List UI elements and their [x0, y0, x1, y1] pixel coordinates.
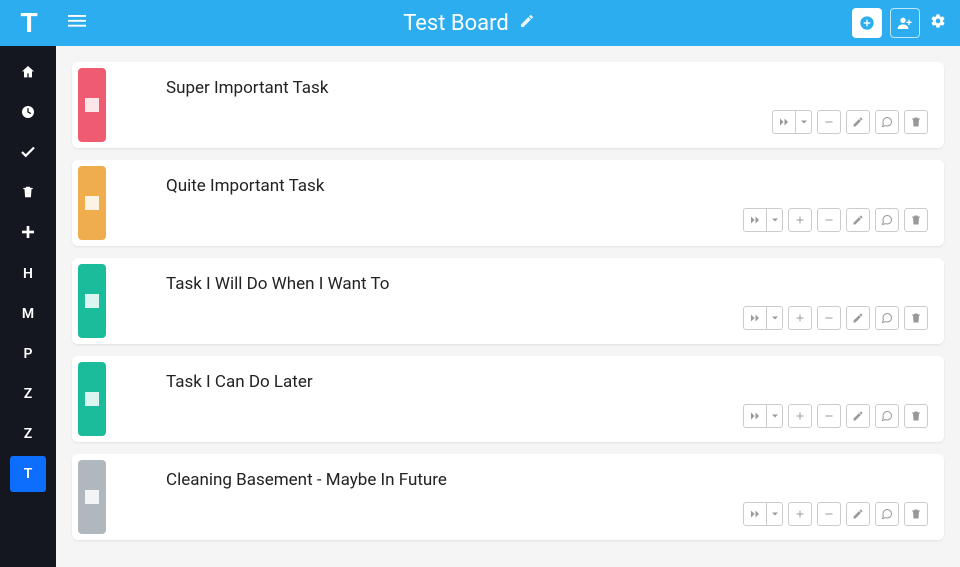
task-move-menu[interactable]: [767, 208, 783, 232]
task-edit-button[interactable]: [846, 208, 870, 232]
task-delete-button[interactable]: [904, 306, 928, 330]
sidebar-letter: P: [24, 346, 33, 362]
task-move-menu[interactable]: [796, 110, 812, 134]
checkbox-icon[interactable]: [85, 196, 99, 210]
task-title: Task I Can Do Later: [166, 372, 924, 392]
home-icon: [20, 64, 36, 84]
checkbox-icon[interactable]: [85, 490, 99, 504]
sidebar-letter: Z: [24, 386, 32, 402]
sidebar-letter: T: [24, 466, 33, 482]
task-edit-button[interactable]: [846, 306, 870, 330]
task-priority-down-button[interactable]: [817, 502, 841, 526]
board-m[interactable]: M: [10, 296, 46, 332]
task-actions: [743, 404, 928, 428]
task-move-button[interactable]: [743, 404, 767, 428]
task-delete-button[interactable]: [904, 502, 928, 526]
task-title: Quite Important Task: [166, 176, 924, 196]
task-actions: [743, 208, 928, 232]
task-move-button[interactable]: [743, 306, 767, 330]
task-title: Super Important Task: [166, 78, 924, 98]
app-logo[interactable]: T: [0, 0, 56, 46]
checkbox-icon[interactable]: [85, 392, 99, 406]
checkbox-icon[interactable]: [85, 294, 99, 308]
task-title: Cleaning Basement - Maybe In Future: [166, 470, 924, 490]
task-priority-handle[interactable]: [78, 362, 106, 436]
task-priority-handle[interactable]: [78, 460, 106, 534]
task-actions: [743, 502, 928, 526]
clock-icon[interactable]: [10, 96, 46, 132]
trash-icon[interactable]: [10, 176, 46, 212]
home-icon[interactable]: [10, 56, 46, 92]
add-task-button[interactable]: [852, 8, 882, 38]
main: Test Board Super Important Task Quite Imp…: [56, 0, 960, 567]
plus-icon: [20, 224, 36, 244]
task-move-menu[interactable]: [767, 502, 783, 526]
task-delete-button[interactable]: [904, 208, 928, 232]
task-priority-up-button[interactable]: [788, 306, 812, 330]
plus-icon[interactable]: [10, 216, 46, 252]
task-comment-button[interactable]: [875, 306, 899, 330]
task-move-button[interactable]: [743, 502, 767, 526]
task-priority-handle[interactable]: [78, 68, 106, 142]
logo-letter: T: [20, 7, 35, 39]
task-delete-button[interactable]: [904, 404, 928, 428]
task-card[interactable]: Quite Important Task: [72, 160, 944, 246]
task-move-button[interactable]: [743, 208, 767, 232]
task-priority-down-button[interactable]: [817, 306, 841, 330]
task-comment-button[interactable]: [875, 502, 899, 526]
checkbox-icon[interactable]: [85, 98, 99, 112]
trash-icon: [21, 185, 35, 203]
task-comment-button[interactable]: [875, 110, 899, 134]
task-card[interactable]: Task I Can Do Later: [72, 356, 944, 442]
task-priority-up-button[interactable]: [788, 502, 812, 526]
page-title: Test Board: [403, 11, 509, 36]
add-user-button[interactable]: [890, 8, 920, 38]
board-p[interactable]: P: [10, 336, 46, 372]
task-priority-down-button[interactable]: [817, 208, 841, 232]
sidebar: T H M P Z Z T: [0, 0, 56, 567]
task-actions: [743, 306, 928, 330]
board-t[interactable]: T: [10, 456, 46, 492]
task-comment-button[interactable]: [875, 404, 899, 428]
check-icon: [19, 143, 37, 165]
task-delete-button[interactable]: [904, 110, 928, 134]
board-z1[interactable]: Z: [10, 376, 46, 412]
task-priority-up-button[interactable]: [788, 404, 812, 428]
task-priority-handle[interactable]: [78, 166, 106, 240]
menu-toggle-icon[interactable]: [68, 12, 86, 35]
edit-board-icon[interactable]: [519, 13, 535, 33]
clock-icon: [20, 104, 36, 124]
task-card[interactable]: Cleaning Basement - Maybe In Future: [72, 454, 944, 540]
task-comment-button[interactable]: [875, 208, 899, 232]
task-priority-handle[interactable]: [78, 264, 106, 338]
task-edit-button[interactable]: [846, 404, 870, 428]
board-h[interactable]: H: [10, 256, 46, 292]
task-edit-button[interactable]: [846, 110, 870, 134]
task-card[interactable]: Super Important Task: [72, 62, 944, 148]
topbar: Test Board: [56, 0, 960, 46]
task-priority-up-button[interactable]: [788, 208, 812, 232]
sidebar-letter: H: [23, 266, 33, 282]
task-move-menu[interactable]: [767, 306, 783, 330]
settings-icon[interactable]: [928, 13, 948, 33]
check-icon[interactable]: [10, 136, 46, 172]
task-move-button[interactable]: [772, 110, 796, 134]
task-move-menu[interactable]: [767, 404, 783, 428]
task-edit-button[interactable]: [846, 502, 870, 526]
task-priority-down-button[interactable]: [817, 404, 841, 428]
task-title: Task I Will Do When I Want To: [166, 274, 924, 294]
task-card[interactable]: Task I Will Do When I Want To: [72, 258, 944, 344]
task-priority-down-button[interactable]: [817, 110, 841, 134]
board-z2[interactable]: Z: [10, 416, 46, 452]
sidebar-letter: M: [22, 306, 34, 322]
sidebar-letter: Z: [24, 426, 32, 442]
task-list: Super Important Task Quite Important Task…: [56, 46, 960, 556]
task-actions: [772, 110, 928, 134]
